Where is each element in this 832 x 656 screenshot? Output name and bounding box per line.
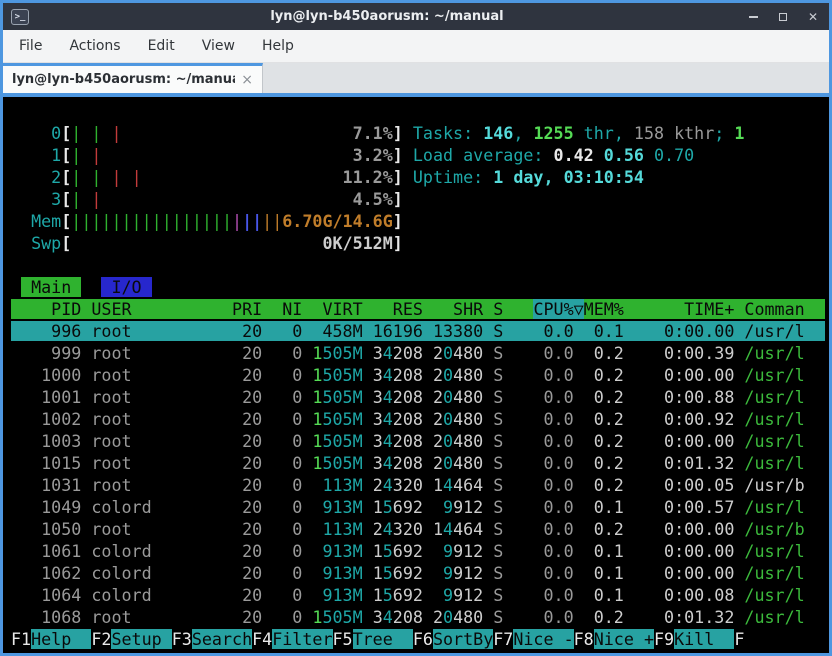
meter-value-1: 3.2% [353, 145, 393, 165]
process-row-1049[interactable]: 1049 colord 20 0 913M 15692 9912 S 0.0 0… [11, 496, 829, 518]
htop-view-tabs: Main I/O [11, 276, 829, 298]
window-title: lyn@lyn-b450aorusm: ~/manual [29, 9, 745, 24]
fkey-f7[interactable]: F7Nice - [493, 629, 573, 649]
restore-button[interactable] [775, 9, 791, 25]
fkey-f8[interactable]: F8Nice + [574, 629, 654, 649]
fkey-f4[interactable]: F4Filter [252, 629, 332, 649]
process-row-1001[interactable]: 1001 root 20 0 1505M 34208 20480 S 0.0 0… [11, 386, 829, 408]
fkey-f6[interactable]: F6SortBy [413, 629, 493, 649]
fkey-f9[interactable]: F9Kill [654, 629, 734, 649]
terminal-app-icon: >_ [11, 9, 29, 25]
fkey-f3[interactable]: F3Search [172, 629, 252, 649]
process-row-1002[interactable]: 1002 root 20 0 1505M 34208 20480 S 0.0 0… [11, 408, 829, 430]
process-row-1003[interactable]: 1003 root 20 0 1505M 34208 20480 S 0.0 0… [11, 430, 829, 452]
tab-close-icon[interactable]: × [241, 72, 253, 88]
process-table-header[interactable]: PID USER PRI NI VIRT RES SHR S CPU%▽MEM%… [11, 298, 829, 320]
blank-line [11, 254, 829, 276]
menu-item-help[interactable]: Help [262, 38, 294, 54]
memory-meter: Mem[|||||||||||||||||||||6.70G/14.6G] [11, 210, 829, 232]
function-key-bar: F1Help F2Setup F3SearchF4FilterF5Tree F6… [11, 628, 829, 650]
menubar: File Actions Edit View Help [3, 30, 829, 63]
process-row-1015[interactable]: 1015 root 20 0 1505M 34208 20480 S 0.0 0… [11, 452, 829, 474]
menu-item-edit[interactable]: Edit [148, 38, 175, 54]
process-row-1031[interactable]: 1031 root 20 0 113M 24320 14464 S 0.0 0.… [11, 474, 829, 496]
meter-value-3: 4.5% [353, 189, 393, 209]
cpu-meter-1: 1[| | 3.2%] Load average: 0.42 0.56 0.70 [11, 144, 829, 166]
process-row-1068[interactable]: 1068 root 20 0 1505M 34208 20480 S 0.0 0… [11, 606, 829, 628]
terminal-screen: 0[| | | 7.1%] Tasks: 146, 1255 thr, 158 … [3, 97, 829, 653]
minimize-button[interactable] [745, 9, 761, 25]
fkey-f[interactable]: F [734, 629, 744, 649]
menu-item-actions[interactable]: Actions [69, 38, 120, 54]
process-row-1062[interactable]: 1062 colord 20 0 913M 15692 9912 S 0.0 0… [11, 562, 829, 584]
meter-value-2: 11.2% [343, 167, 393, 187]
meter-value-swp: 0K/512M [322, 233, 392, 253]
menu-item-view[interactable]: View [202, 38, 235, 54]
fkey-f1[interactable]: F1Help [11, 629, 91, 649]
uptime-line: Uptime: 1 day, 03:10:54 [413, 167, 644, 187]
process-row-1000[interactable]: 1000 root 20 0 1505M 34208 20480 S 0.0 0… [11, 364, 829, 386]
menu-item-file[interactable]: File [19, 38, 42, 54]
terminal-tab[interactable]: lyn@lyn-b450aorusm: ~/manual × [3, 63, 263, 93]
column-header-cpu-sort[interactable]: CPU%▽ [533, 299, 583, 319]
tabbar: lyn@lyn-b450aorusm: ~/manual × [3, 63, 829, 97]
cpu-meter-2: 2[| | | | 11.2%] Uptime: 1 day, 03:10:54 [11, 166, 829, 188]
process-row-1064[interactable]: 1064 colord 20 0 913M 15692 9912 S 0.0 0… [11, 584, 829, 606]
cpu-meter-0: 0[| | | 7.1%] Tasks: 146, 1255 thr, 158 … [11, 122, 829, 144]
tasks-line: Tasks: 146, 1255 thr, 158 kthr; 1 [413, 123, 745, 143]
blank-line [11, 100, 829, 122]
titlebar: >_ lyn@lyn-b450aorusm: ~/manual ✕ [3, 3, 829, 30]
swap-meter: Swp[ 0K/512M] [11, 232, 829, 254]
process-row-996[interactable]: 996 root 20 0 458M 16196 13380 S 0.0 0.1… [11, 320, 829, 342]
process-row-999[interactable]: 999 root 20 0 1505M 34208 20480 S 0.0 0.… [11, 342, 829, 364]
fkey-f5[interactable]: F5Tree [333, 629, 413, 649]
close-button[interactable]: ✕ [805, 9, 821, 25]
fkey-f2[interactable]: F2Setup [91, 629, 171, 649]
cpu-meter-3: 3[| | 4.5%] [11, 188, 829, 210]
terminal-window: >_ lyn@lyn-b450aorusm: ~/manual ✕ File Ac… [0, 0, 832, 656]
process-row-1061[interactable]: 1061 colord 20 0 913M 15692 9912 S 0.0 0… [11, 540, 829, 562]
process-row-1050[interactable]: 1050 root 20 0 113M 24320 14464 S 0.0 0.… [11, 518, 829, 540]
htop-tab-io[interactable]: I/O [101, 277, 151, 297]
meter-value-0: 7.1% [353, 123, 393, 143]
tab-title: lyn@lyn-b450aorusm: ~/manual [12, 72, 235, 87]
meter-value-mem: 6.70G/14.6G [282, 211, 393, 231]
load-average-line: Load average: 0.42 0.56 0.70 [413, 145, 694, 165]
htop-tab-main[interactable]: Main [21, 277, 81, 297]
